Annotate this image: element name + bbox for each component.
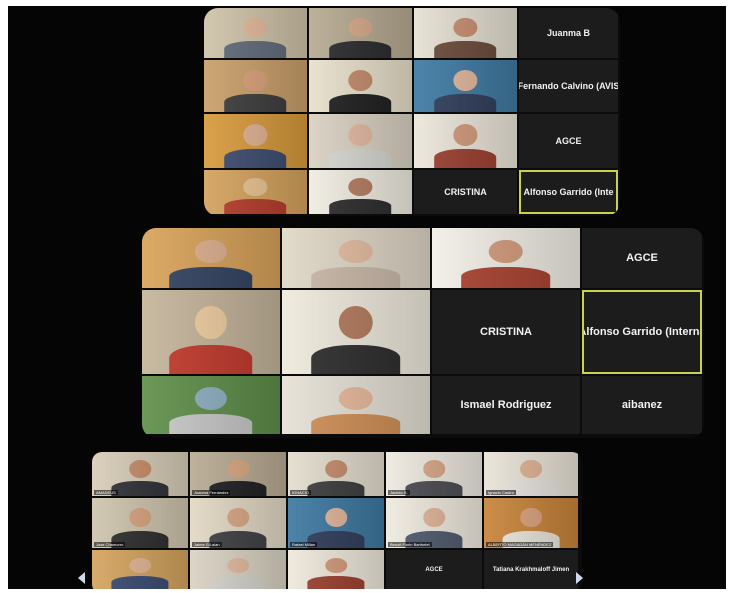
participant-video-tile <box>142 228 280 288</box>
participant-video-tile <box>282 376 430 434</box>
active-speaker-name-tile: Alfonso Garrido (Inte <box>519 170 618 214</box>
participant-video-tile: Rafael Millan <box>288 498 384 548</box>
participant-name-tile: AGCE <box>386 550 482 589</box>
participant-name: AGCE <box>425 567 443 573</box>
participant-name: AGCE <box>555 136 582 146</box>
participant-video-tile <box>282 228 430 288</box>
participant-video-tile: Jaime Gil-alan <box>190 498 286 548</box>
participant-caption: Benoit Florin Barthelet <box>388 542 432 547</box>
participant-video-tile <box>204 60 307 112</box>
participant-video-tile <box>204 170 307 214</box>
participant-name: Alfonso Garrido (Interna <box>582 326 702 338</box>
participant-name-tile: Fernando Calvino (AVIS <box>519 60 618 112</box>
participant-video-tile <box>204 114 307 168</box>
participant-name: Fernando Calvino (AVIS <box>519 81 618 91</box>
participant-video-tile <box>288 550 384 589</box>
participant-caption: Jose Chamorro <box>94 542 126 547</box>
participant-name: CRISTINA <box>480 326 532 338</box>
prev-page-arrow-icon[interactable] <box>78 572 85 584</box>
participant-video-tile: Jacinto S. <box>386 452 482 496</box>
participant-video-tile <box>282 290 430 374</box>
participant-name-tile: CRISTINA <box>432 290 580 374</box>
participant-video-tile <box>414 8 517 58</box>
participant-video-tile: Jose Chamorro <box>92 498 188 548</box>
participant-name: Ismael Rodriguez <box>460 399 552 411</box>
participant-video-tile: Ignacio Castro <box>484 452 578 496</box>
participant-video-tile <box>309 8 412 58</box>
participant-caption: Jaime Gil-alan <box>192 542 222 547</box>
participant-video-tile: Benoit Florin Barthelet <box>386 498 482 548</box>
participant-name-tile: AGCE <box>519 114 618 168</box>
participant-caption: Jacinto S. <box>388 490 410 495</box>
participant-video-tile <box>309 114 412 168</box>
participant-video-tile <box>309 170 412 214</box>
participant-name-tile: Tatiana Krakhmaloff Jimen <box>484 550 578 589</box>
participant-caption: AMADEUS <box>94 490 118 495</box>
video-grid-top: Juanma B Fernando Calvino (AVIS AGCE CRISTI… <box>204 8 620 216</box>
participant-name: Alfonso Garrido (Inte <box>523 187 614 197</box>
participant-video-tile <box>414 114 517 168</box>
participant-video-tile: Juanma Fernández <box>190 452 286 496</box>
participant-video-tile <box>414 60 517 112</box>
participant-video-tile <box>432 228 580 288</box>
active-speaker-name-tile: Alfonso Garrido (Interna <box>582 290 702 374</box>
video-grid-middle: AGCE CRISTINA Alfonso Garrido (Interna Isma… <box>142 228 704 438</box>
next-page-arrow-icon[interactable] <box>576 572 583 584</box>
participant-video-tile: AMADEUS <box>92 452 188 496</box>
participant-caption: IGNACIO <box>290 490 311 495</box>
participant-name: aibanez <box>621 399 663 411</box>
participant-video-tile: IGNACIO <box>288 452 384 496</box>
participant-name-tile: AGCE <box>582 228 702 288</box>
participant-name-tile: Ismael Rodriguez <box>432 376 580 434</box>
participant-name-tile: CRISTINA <box>414 170 517 214</box>
participant-video-tile: ALBERTO MAGADÁN MENÉNDEZ <box>484 498 578 548</box>
participant-name-tile: Juanma B <box>519 8 618 58</box>
participant-name: AGCE <box>626 252 658 264</box>
participant-caption: ALBERTO MAGADÁN MENÉNDEZ <box>486 542 554 547</box>
participant-video-tile <box>190 550 286 589</box>
participant-video-tile <box>92 550 188 589</box>
participant-video-tile <box>142 376 280 434</box>
participant-caption: Rafael Millan <box>290 542 318 547</box>
participant-caption: Ignacio Castro <box>486 490 516 495</box>
participant-name-tile: aibanez <box>582 376 702 434</box>
video-call-screen-photo: Juanma B Fernando Calvino (AVIS AGCE CRISTI… <box>8 6 726 589</box>
participant-video-tile <box>309 60 412 112</box>
participant-caption: Juanma Fernández <box>192 490 231 495</box>
participant-video-tile <box>142 290 280 374</box>
participant-name: CRISTINA <box>444 187 487 197</box>
participant-name: Juanma B <box>546 28 590 38</box>
participant-name: Tatiana Krakhmaloff Jimen <box>492 567 570 573</box>
video-grid-bottom: AMADEUS Juanma Fernández IGNACIO Jacinto S.… <box>92 452 582 589</box>
participant-video-tile <box>204 8 307 58</box>
